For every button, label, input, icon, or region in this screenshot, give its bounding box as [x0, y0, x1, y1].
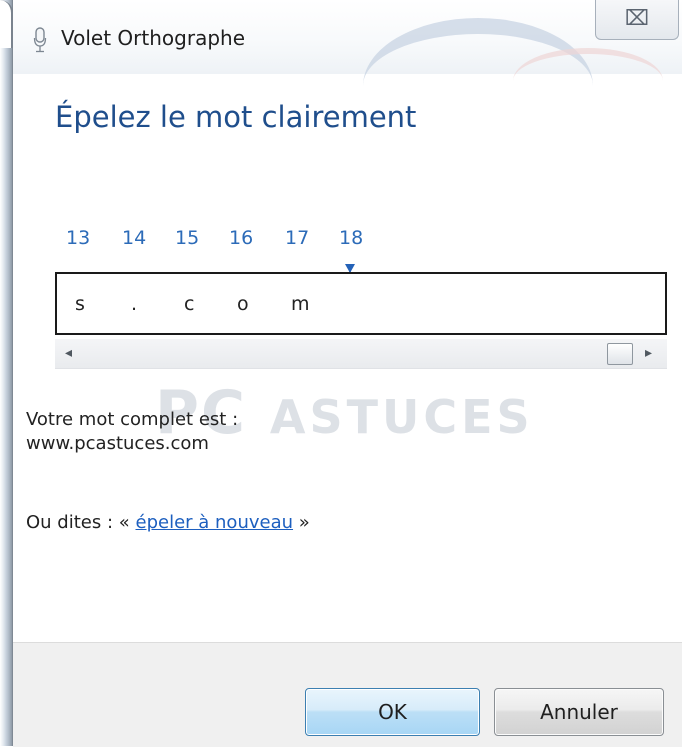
scroll-right-icon[interactable]: ▸ [645, 345, 652, 361]
microphone-icon [33, 27, 47, 53]
voice-hint: Ou dites : « épeler à nouveau » [26, 512, 310, 533]
title-bar: Volet Orthographe ⌧ [13, 0, 682, 74]
position-number: 16 [229, 227, 254, 249]
complete-word-value: www.pcastuces.com [26, 433, 209, 454]
position-numbers: 13 14 15 16 17 18 [66, 227, 426, 257]
horizontal-scrollbar[interactable]: ◂ ▸ [55, 339, 667, 369]
position-number-current: 18 [339, 227, 364, 249]
spelled-char[interactable]: o [237, 293, 249, 315]
instruction-heading: Épelez le mot clairement [55, 100, 417, 134]
scrollbar-thumb[interactable] [607, 343, 633, 365]
spelled-char[interactable]: m [291, 293, 310, 315]
spelling-window: Volet Orthographe ⌧ Épelez le mot claire… [13, 0, 682, 747]
spelled-char[interactable]: c [184, 293, 194, 315]
position-number: 13 [66, 227, 91, 249]
ok-button[interactable]: OK [305, 688, 480, 736]
position-number: 14 [122, 227, 147, 249]
cancel-button[interactable]: Annuler [494, 688, 664, 736]
respell-link[interactable]: épeler à nouveau [136, 512, 294, 533]
complete-word-label: Votre mot complet est : [26, 409, 239, 430]
voice-hint-suffix: » [298, 512, 310, 533]
title-decoration [513, 48, 663, 114]
close-icon: ⌧ [624, 6, 650, 30]
scroll-left-icon[interactable]: ◂ [65, 345, 72, 361]
spelled-char[interactable]: . [131, 293, 137, 315]
position-number: 17 [285, 227, 310, 249]
spelling-field[interactable]: s . c o m [55, 272, 667, 335]
dialog-footer: OK Annuler [13, 642, 682, 747]
position-number: 15 [175, 227, 200, 249]
window-title: Volet Orthographe [61, 26, 245, 50]
window-frame-left [0, 0, 13, 746]
close-button[interactable]: ⌧ [595, 0, 679, 40]
spelled-char[interactable]: s [75, 293, 85, 315]
voice-hint-prefix: Ou dites : « [26, 512, 130, 533]
